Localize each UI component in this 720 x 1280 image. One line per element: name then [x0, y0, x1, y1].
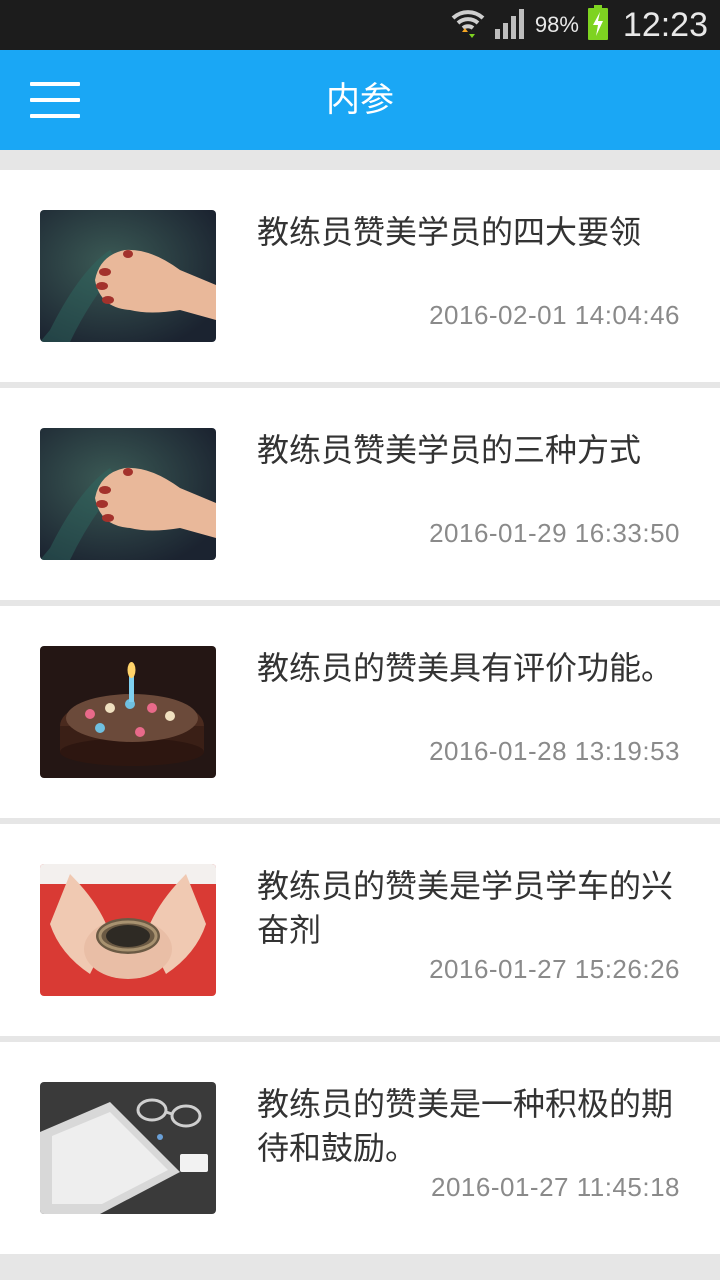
article-thumbnail-nest-photo — [40, 864, 216, 996]
article-time: 2016-01-28 13:19:53 — [429, 736, 680, 766]
article-thumbnail-hand-photo — [40, 428, 216, 560]
article-title: 教练员的赞美具有评价功能。 — [257, 649, 674, 687]
article-time: 2016-01-27 11:45:18 — [431, 1172, 680, 1202]
article-time: 2016-01-27 15:26:26 — [429, 954, 680, 984]
battery-percent: 98% — [534, 12, 579, 37]
article-item[interactable]: 教练员赞美学员的三种方式 2016-01-29 16:33:50 — [0, 388, 720, 600]
article-title: 教练员赞美学员的四大要领 — [257, 213, 642, 251]
status-icons: 98% 12:23 — [451, 0, 708, 50]
article-list: 教练员赞美学员的四大要领 2016-02-01 14:04:46 教练员赞美学员… — [0, 170, 720, 1260]
article-thumbnail-hand-photo — [40, 210, 216, 342]
article-item[interactable]: 教练员赞美学员的四大要领 2016-02-01 14:04:46 — [0, 170, 720, 382]
article-item[interactable]: 教练员的赞美具有评价功能。 2016-01-28 13:19:53 — [0, 606, 720, 818]
article-title: 教练员的赞美是学员学车的兴奋剂 — [257, 867, 674, 949]
app-bar: 内参 — [0, 50, 720, 150]
clock: 12:23 — [622, 5, 708, 44]
wifi-icon — [451, 6, 485, 44]
article-item[interactable]: 教练员的赞美是一种积极的期待和鼓励。 2016-01-27 11:45:18 — [0, 1042, 720, 1254]
battery-charging-icon — [587, 5, 609, 45]
article-item[interactable]: 教练员的赞美是学员学车的兴奋剂 2016-01-27 15:26:26 — [0, 824, 720, 1036]
page-title: 内参 — [326, 80, 394, 120]
article-thumbnail-tablet-glasses-photo — [40, 1082, 216, 1214]
status-bar: 98% 12:23 — [0, 0, 720, 50]
article-title: 教练员的赞美是一种积极的期待和鼓励。 — [257, 1085, 674, 1167]
article-time: 2016-01-29 16:33:50 — [429, 518, 680, 548]
article-thumbnail-cake-photo — [40, 646, 216, 778]
article-title: 教练员赞美学员的三种方式 — [257, 431, 642, 469]
article-time: 2016-02-01 14:04:46 — [429, 300, 680, 330]
signal-icon — [493, 7, 527, 43]
